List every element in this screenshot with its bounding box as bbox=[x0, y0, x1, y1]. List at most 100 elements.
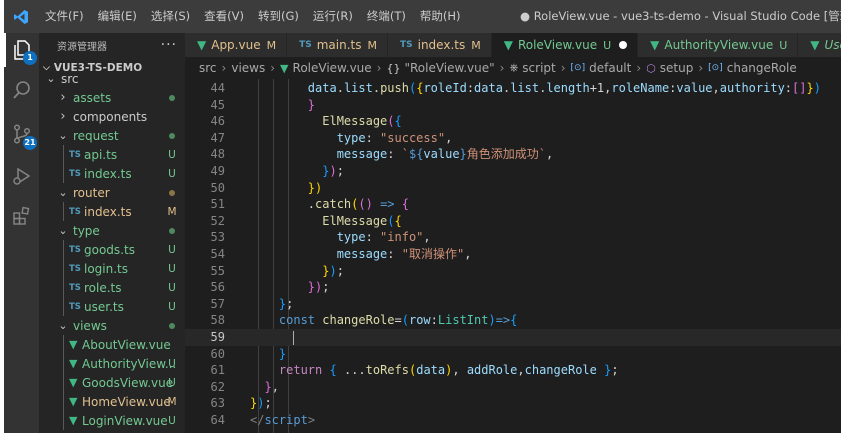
tab-main-ts[interactable]: TS main.ts M bbox=[287, 33, 388, 57]
indent-guide bbox=[63, 354, 64, 373]
more-actions-icon[interactable]: ··· bbox=[161, 37, 177, 53]
code-line[interactable]: 46 ElMessage({ bbox=[185, 113, 841, 130]
code-line[interactable]: 63}); bbox=[185, 395, 841, 412]
git-status: M bbox=[167, 205, 177, 218]
tree-item[interactable]: TS user.ts U bbox=[39, 297, 185, 316]
code-text: } bbox=[250, 97, 315, 114]
line-number: 61 bbox=[210, 363, 225, 378]
run-debug-icon[interactable] bbox=[4, 159, 39, 193]
git-status: U bbox=[168, 376, 176, 389]
code-line[interactable]: 53 type: "info", bbox=[185, 229, 841, 246]
indent-guide bbox=[63, 145, 64, 164]
code-text: ElMessage({ bbox=[250, 113, 402, 130]
explorer-icon[interactable]: 1 bbox=[4, 33, 39, 67]
menu-item[interactable]: 转到(G) bbox=[251, 0, 306, 33]
breadcrumb-item[interactable]: src bbox=[199, 61, 217, 75]
breadcrumb-item[interactable]: views bbox=[231, 61, 265, 75]
breadcrumb-item[interactable]: "RoleView.vue" bbox=[404, 61, 494, 75]
code-token: ListInt bbox=[437, 313, 489, 328]
code-token: ( bbox=[387, 213, 395, 228]
code-line[interactable]: 64 </script> bbox=[185, 412, 841, 429]
tree-item[interactable]: TS login.ts U bbox=[39, 259, 185, 278]
tree-item[interactable]: TS index.ts U bbox=[39, 164, 185, 183]
code-token: toRefs bbox=[365, 363, 409, 378]
breadcrumb-item[interactable]: default bbox=[589, 61, 631, 75]
code-line[interactable]: 58 const changeRole=(row:ListInt)=>{ bbox=[185, 312, 841, 329]
code-editor[interactable]: 44 data.list.push({roleId:data.list.leng… bbox=[185, 79, 841, 433]
menu-item[interactable]: 编辑(E) bbox=[91, 0, 144, 33]
code-token: } bbox=[806, 81, 814, 95]
menu-item[interactable]: 帮助(H) bbox=[413, 0, 468, 33]
menu-item[interactable]: 终端(T) bbox=[360, 0, 413, 33]
code-line[interactable]: 55 }); bbox=[185, 263, 841, 280]
breadcrumb-item[interactable]: setup bbox=[660, 61, 694, 75]
tree-item[interactable]: ⌄ src bbox=[39, 69, 185, 88]
tree-item[interactable]: TS api.ts U bbox=[39, 145, 185, 164]
code-line[interactable]: 61 return { ...toRefs(data), addRole,cha… bbox=[185, 362, 841, 379]
code-line[interactable]: 48 message: `${value}角色添加成功`, bbox=[185, 146, 841, 163]
breadcrumb-item[interactable]: changeRole bbox=[727, 61, 797, 75]
breadcrumb-item[interactable]: script bbox=[522, 61, 555, 75]
tree-item[interactable]: TS goods.ts U bbox=[39, 240, 185, 259]
source-control-icon[interactable]: 21 bbox=[4, 117, 39, 151]
menu-item[interactable]: 选择(S) bbox=[144, 0, 197, 33]
tree-item[interactable]: ▼ AuthorityView... U bbox=[39, 354, 185, 373]
tree-item[interactable]: ▼ AboutView.vue bbox=[39, 335, 185, 354]
code-line[interactable]: 59 bbox=[185, 329, 841, 346]
code-token: row bbox=[408, 313, 431, 328]
code-line[interactable]: 45 } bbox=[185, 97, 841, 114]
code-line[interactable]: 57 }; bbox=[185, 296, 841, 313]
tree-item[interactable]: ⌄ router bbox=[39, 183, 185, 202]
tree-item[interactable]: ⌄ type bbox=[39, 221, 185, 240]
tree-item[interactable]: TS role.ts U bbox=[39, 278, 185, 297]
menu-item[interactable]: 文件(F) bbox=[38, 0, 91, 33]
git-status bbox=[167, 130, 177, 142]
tree-item[interactable]: ▼ LoginView.vue U bbox=[39, 411, 185, 430]
indent-guide bbox=[63, 297, 64, 316]
tab-roleview-vue[interactable]: ▼ RoleView.vue U bbox=[491, 33, 639, 57]
search-icon[interactable] bbox=[4, 73, 39, 107]
tree-item[interactable]: ▼ GoodsView.vue U bbox=[39, 373, 185, 392]
code-token: addRole bbox=[466, 363, 518, 378]
code-text: }); bbox=[250, 263, 344, 280]
unsaved-dot-icon[interactable] bbox=[619, 41, 628, 49]
typescript-file-icon: TS bbox=[69, 301, 81, 312]
tab-authorityview-vue[interactable]: ▼ AuthorityView.vue U bbox=[638, 33, 799, 57]
code-line[interactable]: 60 } bbox=[185, 346, 841, 363]
tree-item[interactable]: ▼ HomeView.vue M bbox=[39, 392, 185, 411]
tree-item[interactable]: ⌄ views bbox=[39, 316, 185, 335]
tab-git-status: M bbox=[266, 38, 277, 52]
code-line[interactable]: 49 }); bbox=[185, 163, 841, 180]
chevron-right-icon: › bbox=[698, 61, 704, 75]
breadcrumb-item[interactable]: RoleView.vue bbox=[293, 61, 372, 75]
line-number: 59 bbox=[210, 330, 225, 344]
menu-bar: 文件(F) 编辑(E) 选择(S) 查看(V) 转到(G) 运行(R) 终端(T) 帮助(H) bbox=[38, 0, 467, 33]
code-line[interactable]: 50 }) bbox=[185, 180, 841, 197]
code-line[interactable]: 44 data.list.push({roleId:data.list.leng… bbox=[185, 80, 841, 97]
extensions-icon[interactable] bbox=[4, 199, 39, 233]
line-number: 46 bbox=[210, 114, 225, 129]
tree-item[interactable]: TS index.ts M bbox=[39, 202, 185, 221]
menu-item[interactable]: 查看(V) bbox=[197, 0, 251, 33]
tree-item[interactable]: ⌄ request bbox=[39, 126, 185, 145]
menu-item[interactable]: 运行(R) bbox=[306, 0, 360, 33]
git-status: U bbox=[168, 281, 176, 294]
active-indicator bbox=[4, 33, 6, 67]
git-status bbox=[167, 225, 177, 237]
code-line[interactable]: 54 message: "取消操作", bbox=[185, 246, 841, 263]
tree-item[interactable]: › assets bbox=[39, 88, 185, 107]
code-text: type: "info", bbox=[250, 229, 431, 246]
tree-item[interactable]: › components bbox=[39, 107, 185, 126]
tab-index-ts[interactable]: TS index.ts M bbox=[387, 33, 492, 57]
tab-app-vue[interactable]: ▼ App.vue M bbox=[185, 33, 288, 57]
code-token: ) bbox=[813, 81, 821, 95]
chevron-right-icon: › bbox=[636, 61, 642, 75]
tab-userview[interactable]: ▼ UserView bbox=[798, 33, 841, 57]
line-number: 53 bbox=[210, 230, 225, 245]
code-line[interactable]: 56 }); bbox=[185, 279, 841, 296]
code-line[interactable]: 52 ElMessage({ bbox=[185, 213, 841, 230]
code-line[interactable]: 51 .catch(() => { bbox=[185, 196, 841, 213]
code-line[interactable]: 47 type: "success", bbox=[185, 130, 841, 147]
code-line[interactable]: 62 }, bbox=[185, 379, 841, 396]
